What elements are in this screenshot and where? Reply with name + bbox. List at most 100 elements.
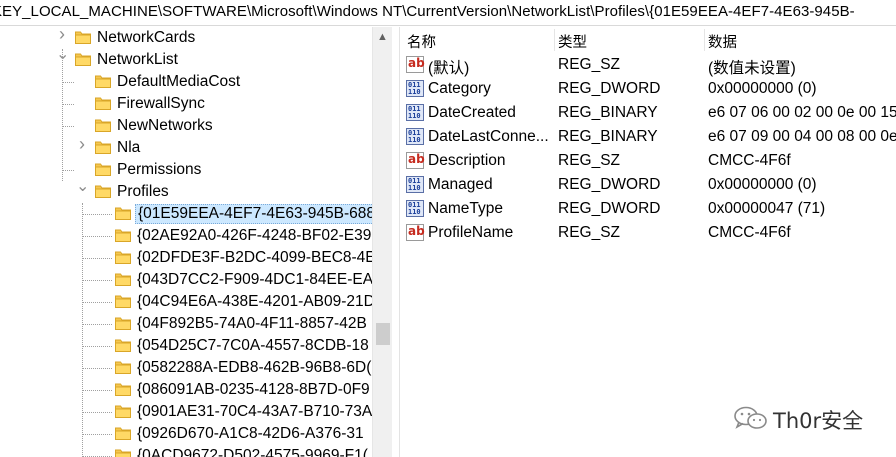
value-list[interactable]: 名称 类型 数据 ab (默认) REG_SZ (数值未设置) 011 110 Categ… bbox=[401, 27, 896, 457]
value-row[interactable]: ab (默认) REG_SZ (数值未设置) bbox=[401, 53, 896, 77]
tree-node[interactable]: {04F892B5-74A0-4F11-8857-42B bbox=[0, 313, 372, 335]
value-name: Description bbox=[428, 152, 506, 169]
tree-guide-line bbox=[82, 203, 83, 457]
folder-icon bbox=[95, 75, 111, 88]
value-row[interactable]: 011 110 DateCreated REG_BINARY e6 07 06 00 … bbox=[401, 101, 896, 125]
tree-guide-line bbox=[82, 368, 112, 369]
icon-glyph: ab bbox=[408, 152, 425, 166]
column-separator[interactable] bbox=[704, 29, 705, 51]
value-name: ProfileName bbox=[428, 224, 514, 241]
tree-node-label: {0ACD9672-D502-4575-9969-F1( bbox=[137, 447, 368, 457]
folder-icon bbox=[115, 427, 131, 440]
tree-node[interactable]: Permissions bbox=[0, 159, 372, 181]
address-bar[interactable]: KEY_LOCAL_MACHINE\SOFTWARE\Microsoft\Win… bbox=[0, 0, 896, 26]
value-type: REG_SZ bbox=[558, 152, 621, 169]
folder-icon bbox=[115, 339, 131, 352]
tree-node-label: {0582288A-EDB8-462B-96B8-6D( bbox=[137, 359, 372, 376]
tree-node[interactable]: {0582288A-EDB8-462B-96B8-6D( bbox=[0, 357, 372, 379]
tree-scrollbar[interactable]: ▲ bbox=[372, 27, 392, 457]
tree-node[interactable]: {054D25C7-7C0A-4557-8CDB-18 bbox=[0, 335, 372, 357]
tree-node-label: Permissions bbox=[117, 161, 202, 178]
tree-node-label: {02DFDE3F-B2DC-4099-BEC8-4E4 bbox=[137, 249, 372, 266]
pane-splitter[interactable] bbox=[392, 27, 400, 457]
tree-guide-line bbox=[62, 104, 74, 105]
tree-node[interactable]: › Nla bbox=[0, 135, 372, 159]
tree-guide-line bbox=[62, 82, 74, 83]
tree-node[interactable]: NewNetworks bbox=[0, 115, 372, 137]
tree-node[interactable]: {02DFDE3F-B2DC-4099-BEC8-4E4 bbox=[0, 247, 372, 269]
tree-guide-line bbox=[82, 280, 112, 281]
tree-guide-line bbox=[62, 126, 74, 127]
tree-guide-line bbox=[82, 258, 112, 259]
tree-node[interactable]: ⌄ Profiles bbox=[0, 179, 372, 203]
tree-node[interactable]: {043D7CC2-F909-4DC1-84EE-EAI bbox=[0, 269, 372, 291]
tree-node[interactable]: DefaultMediaCost bbox=[0, 71, 372, 93]
tree-node[interactable]: FirewallSync bbox=[0, 93, 372, 115]
tree-node-label: Nla bbox=[117, 139, 141, 156]
tree-node-label: {086091AB-0235-4128-8B7D-0F9 bbox=[137, 381, 370, 398]
value-row[interactable]: 011 110 Category REG_DWORD 0x00000000 (0) bbox=[401, 77, 896, 101]
chevron-right-icon[interactable]: › bbox=[76, 135, 88, 153]
tree-node-label: {0926D670-A1C8-42D6-A376-31 bbox=[137, 425, 364, 442]
folder-icon bbox=[115, 361, 131, 374]
value-data: 0x00000000 (0) bbox=[708, 176, 817, 193]
chevron-right-icon[interactable]: › bbox=[56, 27, 68, 43]
icon-glyph: ab bbox=[408, 224, 425, 238]
tree-node-label: NetworkCards bbox=[97, 29, 196, 46]
icon-glyph: 011 110 bbox=[408, 177, 421, 192]
column-header-name[interactable]: 名称 bbox=[407, 31, 436, 52]
tree-guide-line bbox=[82, 434, 112, 435]
value-type: REG_SZ bbox=[558, 224, 621, 241]
string-value-icon: ab bbox=[406, 56, 425, 73]
column-header-type[interactable]: 类型 bbox=[558, 31, 587, 52]
binary-value-icon: 011 110 bbox=[406, 200, 424, 217]
folder-icon bbox=[115, 207, 131, 220]
binary-value-icon: 011 110 bbox=[406, 80, 424, 97]
tree-guide-line bbox=[82, 302, 112, 303]
tree-node[interactable]: {04C94E6A-438E-4201-AB09-21D bbox=[0, 291, 372, 313]
binary-value-icon: 011 110 bbox=[406, 128, 424, 145]
tree-node[interactable]: {0926D670-A1C8-42D6-A376-31 bbox=[0, 423, 372, 445]
folder-icon bbox=[95, 141, 111, 154]
folder-icon bbox=[115, 273, 131, 286]
value-row[interactable]: 011 110 NameType REG_DWORD 0x00000047 (71) bbox=[401, 197, 896, 221]
scroll-thumb[interactable] bbox=[376, 323, 390, 345]
tree-guide-line bbox=[62, 49, 63, 181]
scroll-up-arrow-icon[interactable]: ▲ bbox=[377, 31, 388, 43]
tree-node[interactable]: {01E59EEA-4EF7-4E63-945B-688 bbox=[0, 203, 372, 225]
key-tree[interactable]: › NetworkCards ⌄ NetworkList DefaultMediaCos… bbox=[0, 27, 372, 457]
column-header-data[interactable]: 数据 bbox=[708, 31, 737, 52]
binary-value-icon: 011 110 bbox=[406, 176, 424, 193]
value-name: NameType bbox=[428, 200, 503, 217]
tree-node[interactable]: {086091AB-0235-4128-8B7D-0F9 bbox=[0, 379, 372, 401]
value-type: REG_SZ bbox=[558, 56, 621, 73]
string-value-icon: ab bbox=[406, 152, 425, 169]
tree-node[interactable]: {0901AE31-70C4-43A7-B710-73A bbox=[0, 401, 372, 423]
value-row[interactable]: 011 110 Managed REG_DWORD 0x00000000 (0) bbox=[401, 173, 896, 197]
chevron-down-icon[interactable]: ⌄ bbox=[76, 179, 89, 195]
folder-icon bbox=[95, 119, 111, 132]
column-separator[interactable] bbox=[554, 29, 555, 51]
tree-node[interactable]: {02AE92A0-426F-4248-BF02-E39 bbox=[0, 225, 372, 247]
tree-node[interactable]: ⌄ NetworkList bbox=[0, 47, 372, 71]
tree-guide-line bbox=[82, 214, 112, 215]
value-type: REG_DWORD bbox=[558, 200, 661, 217]
tree-guide-line bbox=[82, 324, 112, 325]
tree-node-label: {043D7CC2-F909-4DC1-84EE-EAI bbox=[137, 271, 372, 288]
value-type: REG_BINARY bbox=[558, 104, 658, 121]
value-row[interactable]: ab Description REG_SZ CMCC-4F6f bbox=[401, 149, 896, 173]
folder-icon bbox=[115, 449, 131, 457]
value-row[interactable]: 011 110 DateLastConne... REG_BINARY e6 07 0… bbox=[401, 125, 896, 149]
value-name: Managed bbox=[428, 176, 493, 193]
tree-guide-line bbox=[82, 390, 112, 391]
folder-icon bbox=[75, 53, 91, 66]
tree-node[interactable]: {0ACD9672-D502-4575-9969-F1( bbox=[0, 445, 372, 457]
folder-icon bbox=[115, 405, 131, 418]
string-value-icon: ab bbox=[406, 224, 425, 241]
value-row[interactable]: ab ProfileName REG_SZ CMCC-4F6f bbox=[401, 221, 896, 245]
tree-node-label: {054D25C7-7C0A-4557-8CDB-18 bbox=[137, 337, 369, 354]
folder-icon bbox=[115, 229, 131, 242]
value-data: 0x00000000 (0) bbox=[708, 80, 817, 97]
tree-node-label: NetworkList bbox=[97, 51, 178, 68]
tree-guide-line bbox=[82, 346, 112, 347]
